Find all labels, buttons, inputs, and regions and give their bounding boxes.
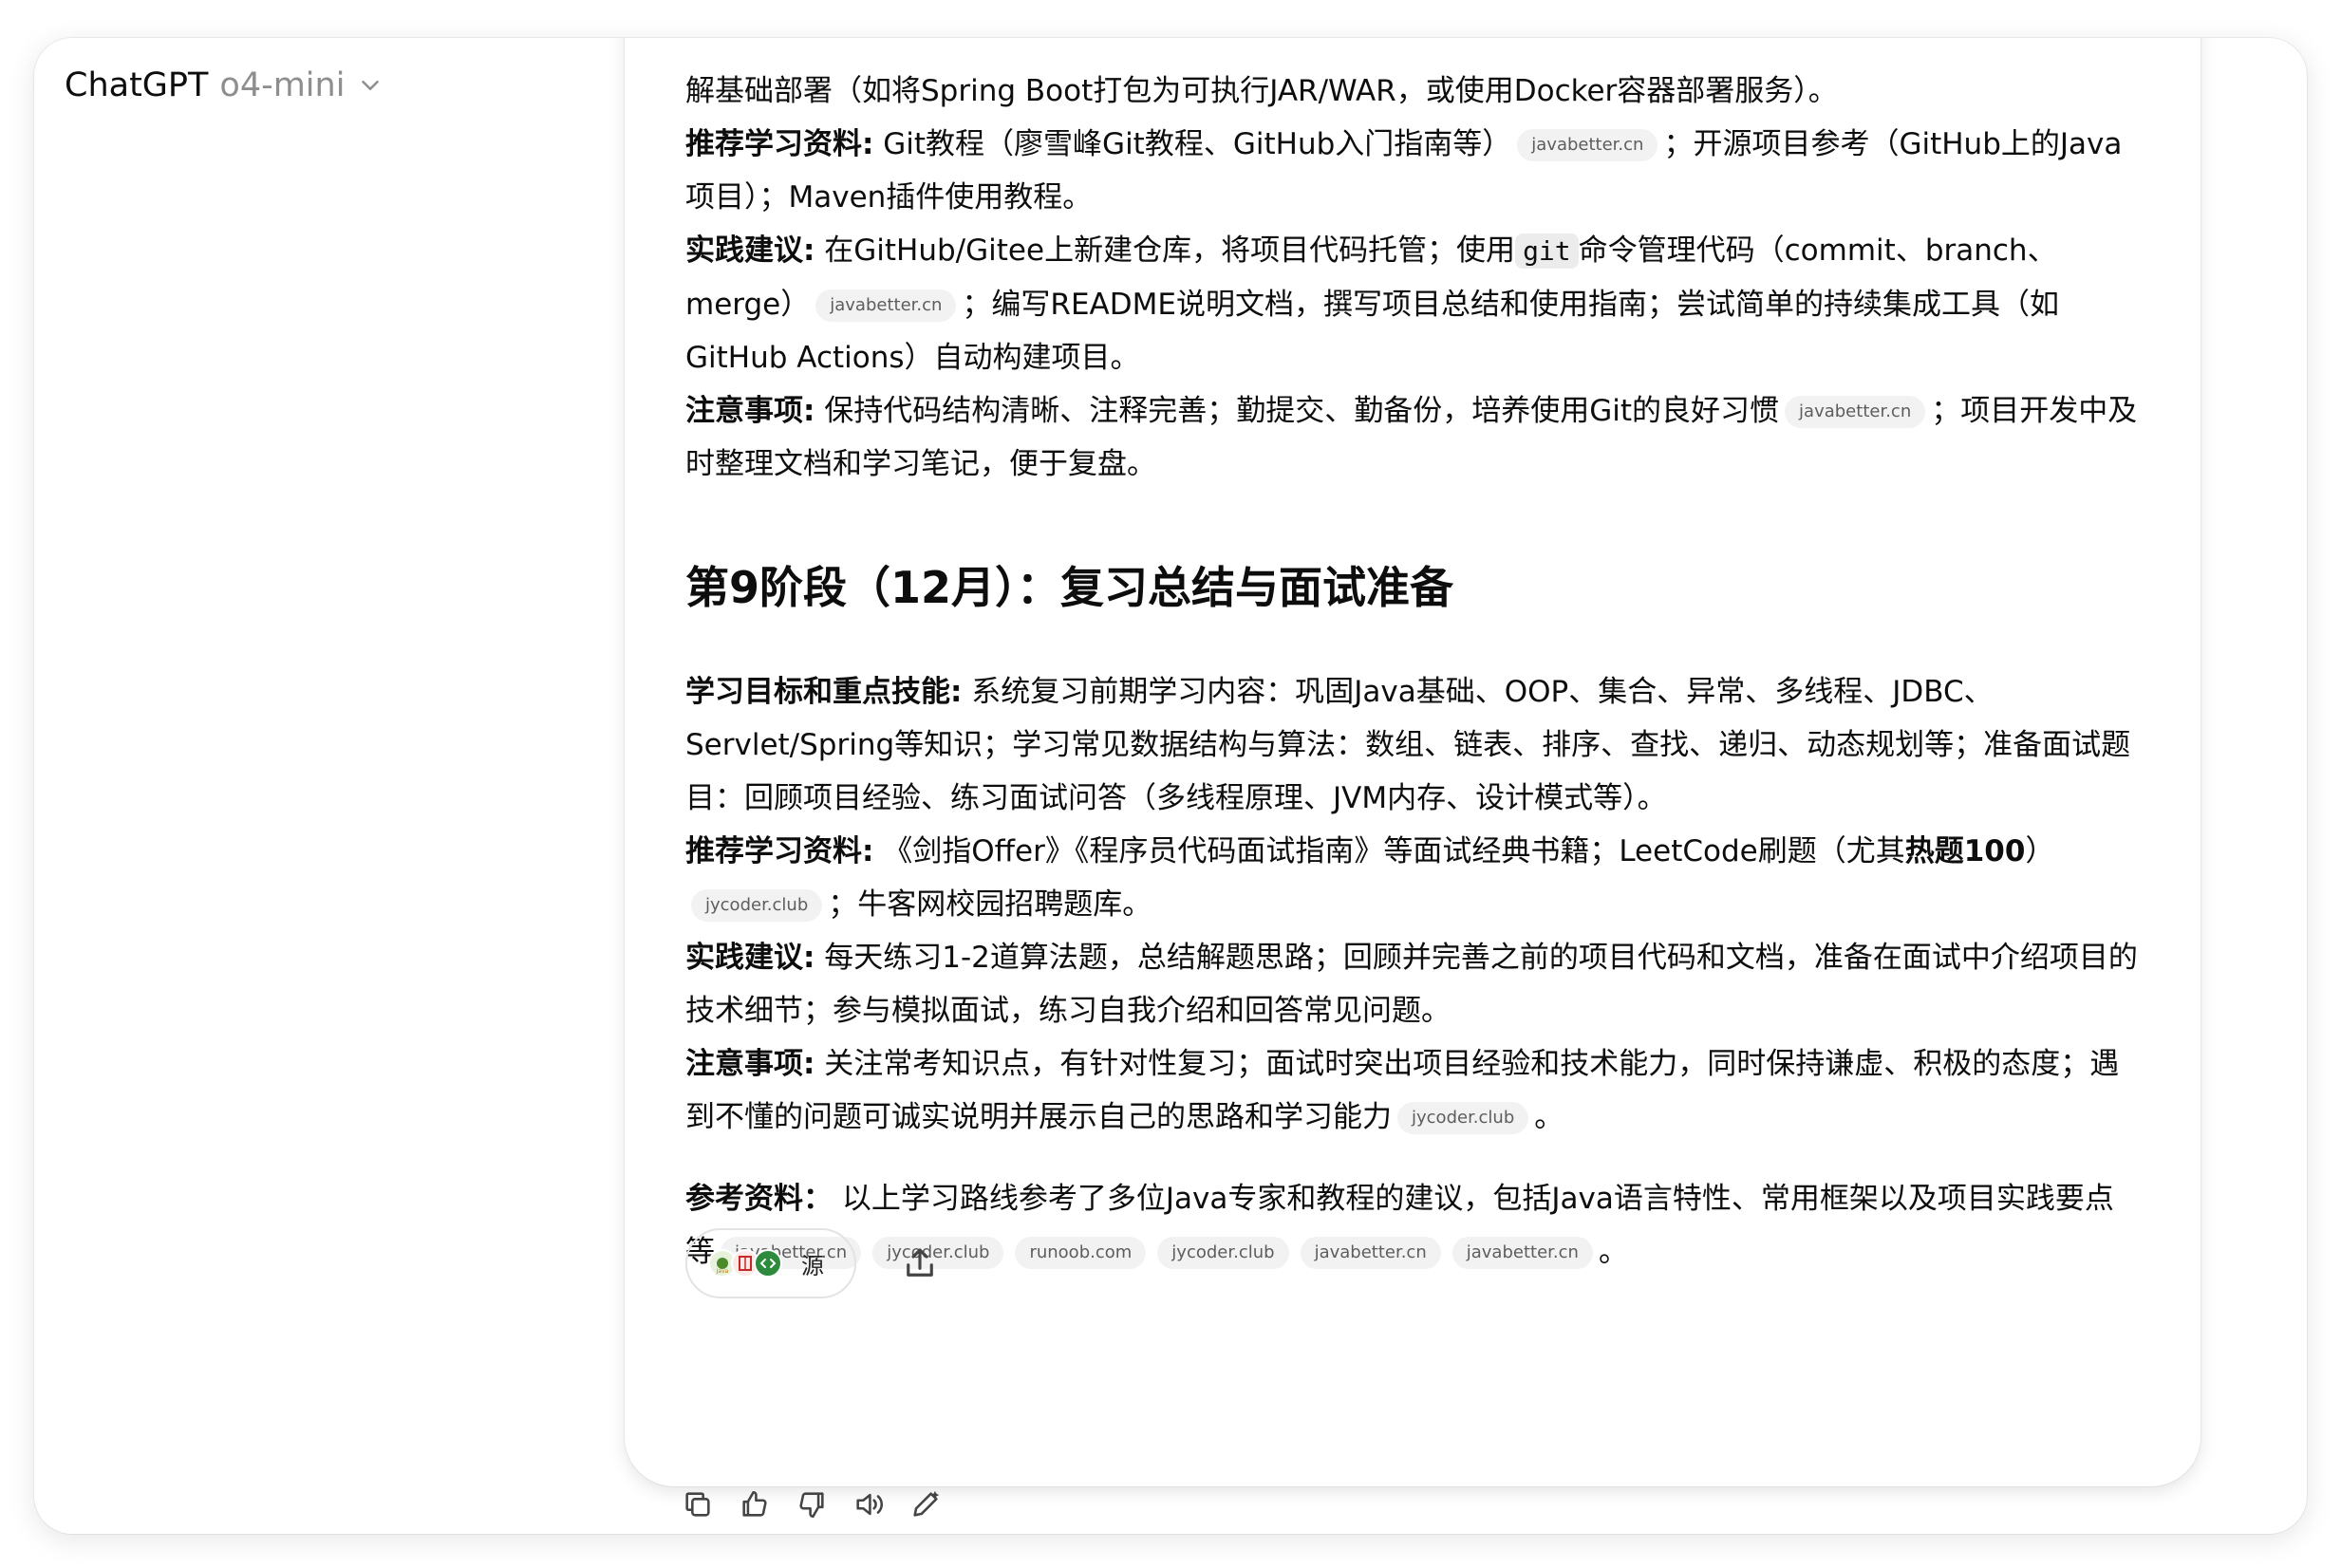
citation-pill[interactable]: jycoder.club: [1397, 1102, 1529, 1134]
paragraph: 注意事项: 关注常考知识点，有针对性复习；面试时突出项目经验和技术能力，同时保持…: [685, 1037, 2138, 1144]
label: 学习目标和重点技能:: [685, 675, 963, 709]
label: 实践建议:: [685, 941, 815, 975]
text: 。: [1534, 1100, 1564, 1134]
citation-pill[interactable]: javabetter.cn: [815, 289, 957, 322]
app-window: ChatGPT o4-mini 解基础部署（如将Spring Boot打包为可执…: [34, 38, 2307, 1534]
share-icon[interactable]: [900, 1243, 940, 1283]
code-favicon: [754, 1249, 782, 1278]
label: 注意事项:: [685, 1047, 815, 1081]
copy-icon[interactable]: [682, 1488, 714, 1521]
paragraph: 解基础部署（如将Spring Boot打包为可执行JAR/WAR，或使用Dock…: [685, 65, 2138, 118]
citation-pill[interactable]: javabetter.cn: [1785, 396, 1926, 428]
section-heading: 第9阶段（12月）：复习总结与面试准备: [685, 562, 1454, 613]
sources-button[interactable]: Java 源: [685, 1228, 856, 1298]
sources-label: 源: [801, 1252, 824, 1279]
paragraph: 学习目标和重点技能: 系统复习前期学习内容：巩固Java基础、OOP、集合、异常…: [685, 665, 2138, 825]
citation-pill[interactable]: jycoder.club: [691, 889, 823, 922]
paragraph: 注意事项: 保持代码结构清晰、注释完善；勤提交、勤备份，培养使用Git的良好习惯…: [685, 384, 2138, 491]
text: ）: [2025, 834, 2055, 868]
label: 注意事项:: [685, 394, 815, 428]
citation-pill[interactable]: runoob.com: [1015, 1237, 1147, 1269]
text: 每天练习1-2道算法题，总结解题思路；回顾并完善之前的项目代码和文档，准备在面试…: [685, 941, 2138, 1028]
text: 保持代码结构清晰、注释完善；勤提交、勤备份，培养使用Git的良好习惯: [815, 394, 1780, 428]
label: 参考资料：: [685, 1182, 833, 1216]
thumbs-up-icon[interactable]: [739, 1488, 771, 1521]
paragraph: 实践建议: 每天练习1-2道算法题，总结解题思路；回顾并完善之前的项目代码和文档…: [685, 931, 2138, 1037]
text: Git教程（廖雪峰Git教程、GitHub入门指南等）: [873, 127, 1512, 161]
read-aloud-icon[interactable]: [852, 1488, 885, 1521]
text: 在GitHub/Gitee上新建仓库，将项目代码托管；使用: [815, 233, 1516, 268]
inline-code: git: [1515, 233, 1579, 269]
paragraph: 推荐学习资料: Git教程（廖雪峰Git教程、GitHub入门指南等） javab…: [685, 118, 2138, 224]
label: 实践建议:: [685, 233, 815, 268]
text: 。: [1598, 1235, 1628, 1269]
thumbs-down-icon[interactable]: [796, 1488, 828, 1521]
paragraph: 实践建议: 在GitHub/Gitee上新建仓库，将项目代码托管；使用 git 命令…: [685, 224, 2138, 384]
assistant-message-card: 解基础部署（如将Spring Boot打包为可执行JAR/WAR，或使用Dock…: [625, 38, 2201, 1486]
citation-pill[interactable]: javabetter.cn: [1300, 1237, 1441, 1269]
edit-icon[interactable]: [909, 1488, 942, 1521]
bold-text: 热题100: [1904, 834, 2026, 868]
citation-pill[interactable]: javabetter.cn: [1451, 1237, 1593, 1269]
paragraph: 推荐学习资料: 《剑指Offer》《程序员代码面试指南》等面试经典书籍；Leet…: [685, 825, 2138, 931]
message-actions: [682, 1488, 942, 1521]
chevron-down-icon: [356, 71, 384, 100]
citation-pill[interactable]: jycoder.club: [1157, 1237, 1289, 1269]
text: ；牛客网校园招聘题库。: [828, 887, 1152, 922]
svg-text:Java: Java: [716, 1268, 729, 1275]
label: 推荐学习资料:: [685, 834, 874, 868]
model-name: o4-mini: [219, 66, 346, 104]
text: 解基础部署（如将Spring Boot打包为可执行JAR/WAR，或使用Dock…: [685, 74, 1838, 108]
citation-pill[interactable]: javabetter.cn: [1517, 129, 1658, 161]
app-name: ChatGPT: [65, 66, 209, 104]
message-content: 解基础部署（如将Spring Boot打包为可执行JAR/WAR，或使用Dock…: [685, 65, 2138, 1279]
model-selector[interactable]: ChatGPT o4-mini: [65, 66, 384, 104]
text: 《剑指Offer》《程序员代码面试指南》等面试经典书籍；LeetCode刷题（尤…: [873, 834, 1905, 868]
label: 推荐学习资料:: [685, 127, 874, 161]
